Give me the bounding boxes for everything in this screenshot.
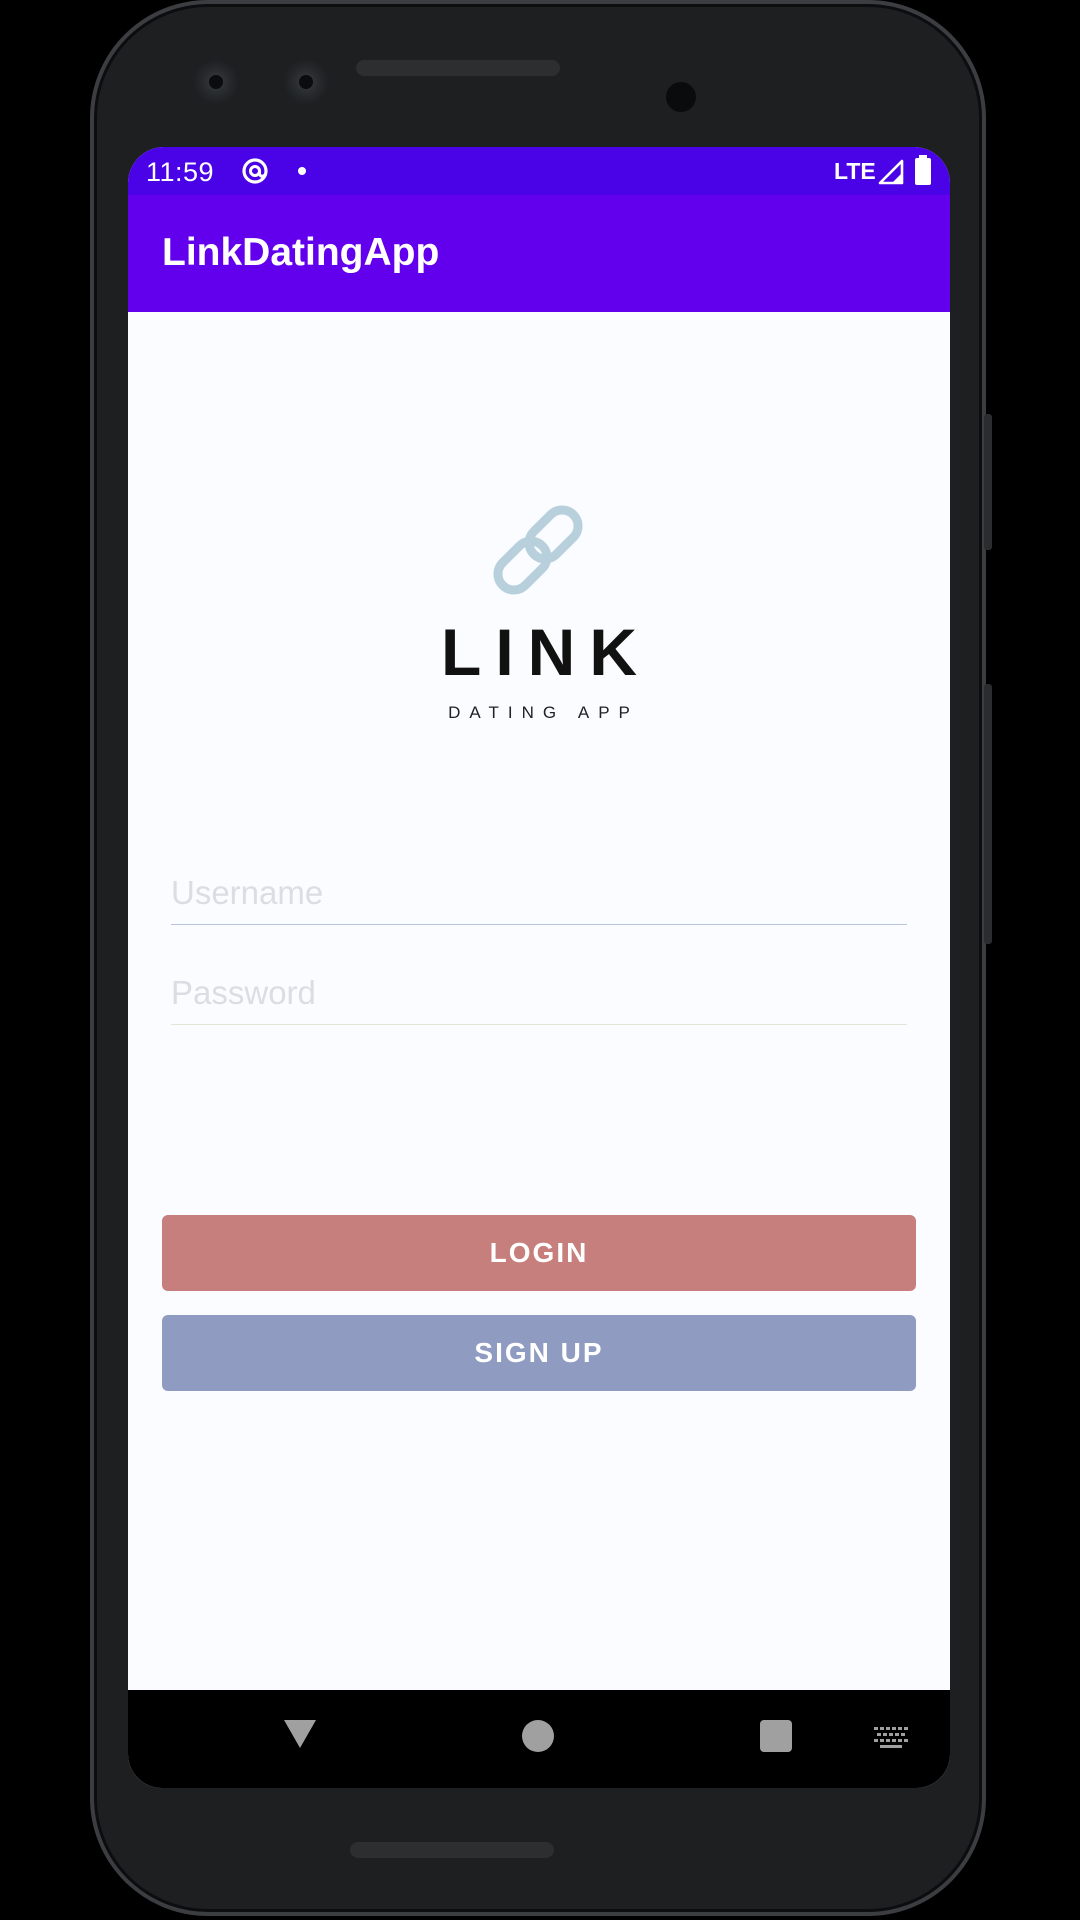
- at-sign-icon: [242, 158, 268, 184]
- power-button: [984, 684, 992, 944]
- status-bar: 11:59 LTE: [128, 147, 950, 195]
- status-time: 11:59: [146, 157, 215, 187]
- system-navigation-bar: [128, 1690, 950, 1788]
- earpiece-speaker: [356, 60, 560, 76]
- volume-button: [984, 414, 992, 550]
- home-circle-icon[interactable]: [522, 1720, 554, 1752]
- app-title: LinkDatingApp: [162, 231, 440, 274]
- bottom-speaker: [350, 1842, 554, 1858]
- notification-dot-icon: [298, 167, 306, 175]
- cell-signal-icon: [878, 159, 904, 185]
- signup-button[interactable]: SIGN UP: [162, 1315, 916, 1391]
- app-bar: LinkDatingApp: [128, 195, 950, 312]
- back-triangle-icon[interactable]: [282, 1718, 318, 1750]
- device-screen: 11:59 LTE LinkDatingApp LINK DATING APP: [128, 147, 950, 1788]
- logo-tagline: DATING APP: [448, 703, 639, 722]
- front-camera-right: [284, 60, 328, 104]
- front-camera-left: [194, 60, 238, 104]
- recents-square-icon[interactable]: [760, 1720, 792, 1752]
- logo-wordmark: LINK: [441, 615, 651, 689]
- login-screen: LINK DATING APP LOGIN SIGN UP: [128, 312, 950, 1690]
- username-input[interactable]: [171, 862, 907, 925]
- battery-icon: [915, 155, 931, 185]
- login-button[interactable]: LOGIN: [162, 1215, 916, 1291]
- network-type: LTE: [834, 158, 876, 184]
- chain-link-icon: [493, 505, 583, 595]
- keyboard-icon[interactable]: [874, 1727, 908, 1749]
- proximity-sensor: [666, 82, 696, 112]
- password-input[interactable]: [171, 962, 907, 1025]
